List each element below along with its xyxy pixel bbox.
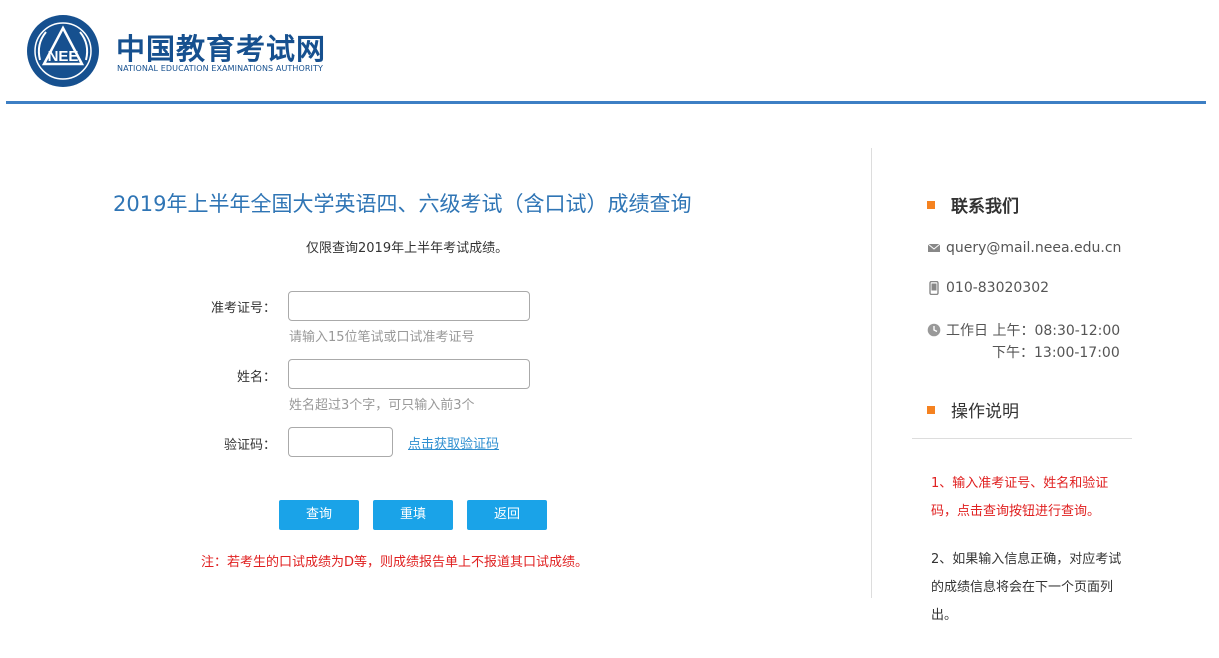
contact-phone: 010-83020302 [927,280,1049,296]
query-limit-note: 仅限查询2019年上半年考试成绩。 [306,241,509,256]
logo-emblem-text: NEE [48,48,79,65]
brand-name-cn[interactable]: 中国教育考试网 [116,26,326,68]
contact-title: 联系我们 [951,197,1019,217]
clock-icon [927,323,941,337]
name-input[interactable] [288,359,530,389]
contact-phone-text: 010-83020302 [946,280,1050,296]
instructions-divider [912,438,1132,439]
column-divider [871,148,872,598]
working-hours-am: 工作日 上午：08:30-12:00 [946,323,1121,339]
ticket-number-hint: 请输入15位笔试或口试准考证号 [289,330,475,345]
phone-icon [929,281,939,295]
captcha-label: 验证码： [223,438,276,453]
back-button[interactable]: 返回 [467,500,547,530]
mail-icon [927,243,941,252]
get-captcha-link[interactable]: 点击获取验证码 [408,433,499,452]
oral-exam-remark: 注：若考生的口试成绩为D等，则成绩报告单上不报道其口试成绩。 [201,555,589,570]
brand-name-en: NATIONAL EDUCATION EXAMINATIONS AUTHORIT… [117,64,323,73]
query-panel: 2019年上半年全国大学英语四、六级考试（含口试）成绩查询 仅限查询2019年上… [0,104,870,658]
contact-email-text: query@mail.neea.edu.cn [946,240,1122,256]
site-header: NEE 中国教育考试网 NATIONAL EDUCATION EXAMINATI… [0,0,1219,104]
captcha-input[interactable] [288,427,393,457]
neea-logo-icon[interactable]: NEE [26,14,100,88]
working-hours-pm-row: 下午：13:00-17:00 [992,342,1120,362]
contact-email: query@mail.neea.edu.cn [927,240,1121,256]
instruction-step-2: 2、如果输入信息正确，对应考试的成绩信息将会在下一个页面列出。 [931,552,1122,623]
query-button[interactable]: 查询 [279,500,359,530]
instructions-heading: 操作说明 [927,397,1019,422]
contact-heading: 联系我们 [927,192,1019,217]
name-hint: 姓名超过3个字，可只输入前3个 [289,398,475,413]
working-hours-pm: 下午：13:00-17:00 [992,345,1120,361]
ticket-number-label: 准考证号： [210,301,276,316]
ticket-number-input[interactable] [288,291,530,321]
instructions-title: 操作说明 [951,402,1019,422]
reset-button[interactable]: 重填 [373,500,453,530]
name-label: 姓名： [236,370,276,385]
bullet-square-icon [927,405,935,414]
bullet-square-icon [927,200,935,209]
working-hours: 工作日 上午：08:30-12:00 [927,320,1120,340]
page-title: 2019年上半年全国大学英语四、六级考试（含口试）成绩查询 [113,192,692,216]
instruction-step-1: 1、输入准考证号、姓名和验证码，点击查询按钮进行查询。 [931,476,1109,519]
info-sidebar: 联系我们 query@mail.neea.edu.cn 010-83020302… [880,104,1219,658]
